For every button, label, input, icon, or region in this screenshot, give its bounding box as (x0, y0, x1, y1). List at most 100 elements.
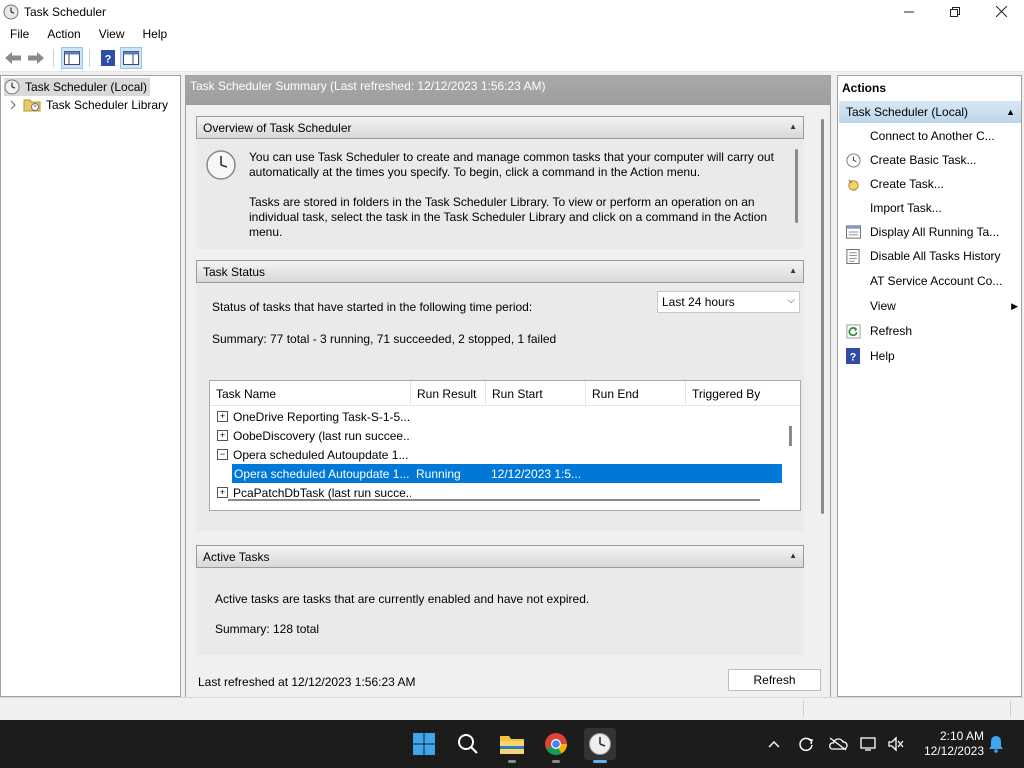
collapse-icon[interactable]: − (217, 449, 228, 460)
active-tasks-section-header[interactable]: Active Tasks ▲ (196, 545, 804, 568)
action-label: Disable All Tasks History (870, 249, 1001, 263)
forward-button[interactable] (25, 47, 47, 69)
column-header-run-end[interactable]: Run End (586, 381, 686, 406)
chevron-up-icon[interactable] (764, 734, 784, 754)
collapse-icon[interactable]: ▲ (789, 266, 797, 275)
task-scheduler-taskbar-button[interactable] (584, 728, 616, 763)
menu-help[interactable]: Help (134, 27, 177, 41)
onedrive-offline-icon[interactable] (828, 734, 848, 754)
table-row[interactable]: − Opera scheduled Autoupdate 1... (210, 445, 782, 464)
status-bar (0, 697, 1024, 720)
summary-pane: Task Scheduler Summary (Last refreshed: … (185, 75, 831, 697)
tree-item-task-scheduler-library[interactable]: Task Scheduler Library (9, 96, 168, 114)
chevron-down-icon: ⌵ (787, 295, 795, 306)
menu-action[interactable]: Action (38, 27, 89, 41)
file-explorer-button[interactable] (496, 728, 528, 763)
clock-icon (3, 4, 19, 19)
svg-text:?: ? (850, 352, 857, 364)
restore-button[interactable] (932, 0, 978, 23)
vertical-scrollbar[interactable] (821, 119, 824, 514)
network-icon[interactable] (859, 734, 879, 754)
taskbar-clock[interactable]: 2:10 AM 12/12/2023 (916, 729, 984, 759)
folder-clock-icon (23, 99, 41, 112)
status-bar-divider (803, 701, 804, 717)
active-indicator (593, 760, 607, 763)
action-connect-to-another-computer[interactable]: Connect to Another C... (845, 126, 1020, 146)
collapse-icon[interactable]: ▲ (789, 551, 797, 560)
menu-file[interactable]: File (0, 27, 38, 41)
window-list-icon (845, 224, 861, 240)
expand-icon[interactable]: + (217, 411, 228, 422)
actions-pane: Actions Task Scheduler (Local) ▲ Connect… (837, 75, 1022, 697)
action-view[interactable]: View ▶ (845, 296, 1020, 316)
help-button[interactable]: ? (97, 47, 119, 69)
table-row-selected[interactable]: Opera scheduled Autoupdate 1... Running … (232, 464, 782, 483)
clock-icon (4, 79, 20, 95)
help-icon: ? (101, 50, 115, 66)
table-vertical-scrollbar[interactable] (789, 426, 792, 446)
summary-scroll-area[interactable]: Overview of Task Scheduler ▲ You can use… (186, 105, 830, 697)
expand-icon[interactable]: + (217, 487, 228, 498)
column-header-triggered-by[interactable]: Triggered By (686, 381, 782, 406)
show-hide-console-tree-button[interactable] (61, 47, 83, 69)
task-status-section-header[interactable]: Task Status ▲ (196, 260, 804, 283)
sync-icon[interactable] (796, 734, 816, 754)
action-display-all-running-tasks[interactable]: Display All Running Ta... (845, 222, 1020, 242)
clock-icon (845, 152, 861, 168)
action-refresh[interactable]: Refresh (845, 321, 1020, 341)
actions-group-header[interactable]: Task Scheduler (Local) ▲ (839, 101, 1021, 123)
section-title: Overview of Task Scheduler (203, 120, 352, 135)
start-button[interactable] (408, 728, 440, 760)
table-row[interactable]: + OneDrive Reporting Task-S-1-5... (210, 407, 782, 426)
expand-icon[interactable]: + (217, 430, 228, 441)
minimize-icon (904, 11, 914, 12)
action-help[interactable]: ? Help (845, 346, 1020, 366)
blank-icon (845, 128, 861, 144)
action-label: Refresh (870, 324, 913, 338)
minimize-button[interactable] (886, 0, 932, 23)
notification-bell-icon[interactable] (986, 734, 1006, 754)
active-tasks-summary: Summary: 128 total (215, 622, 320, 636)
clock-time: 2:10 AM (939, 729, 984, 743)
table-horizontal-scrollbar[interactable] (228, 499, 760, 501)
volume-muted-icon[interactable] (886, 734, 906, 754)
column-header-task-name[interactable]: Task Name (210, 381, 411, 406)
submenu-arrow-icon: ▶ (1011, 300, 1018, 311)
back-button[interactable] (2, 47, 24, 69)
action-disable-all-tasks-history[interactable]: Disable All Tasks History (845, 246, 1020, 266)
action-at-service-account-config[interactable]: AT Service Account Co... (845, 271, 1020, 291)
collapse-icon[interactable]: ▲ (1006, 107, 1015, 117)
menu-bar: File Action View Help (0, 23, 1024, 45)
column-header-run-start[interactable]: Run Start (486, 381, 586, 406)
action-create-task[interactable]: Create Task... (845, 174, 1020, 194)
close-button[interactable] (978, 0, 1024, 23)
section-title: Task Status (203, 264, 266, 279)
refresh-button[interactable]: Refresh (728, 669, 821, 691)
task-status-table: Task Name Run Result Run Start Run End T… (209, 380, 801, 511)
summary-header: Task Scheduler Summary (Last refreshed: … (186, 76, 830, 105)
overview-section-header[interactable]: Overview of Task Scheduler ▲ (196, 116, 804, 139)
chrome-button[interactable] (540, 728, 572, 763)
tree-item-task-scheduler-local[interactable]: Task Scheduler (Local) (4, 78, 151, 96)
action-import-task[interactable]: Import Task... (845, 198, 1020, 218)
history-icon (845, 248, 861, 264)
refresh-icon (845, 323, 861, 339)
collapse-icon[interactable]: ▲ (789, 122, 797, 131)
svg-text:?: ? (105, 54, 112, 66)
status-bar-divider (1010, 701, 1011, 717)
time-period-dropdown[interactable]: Last 24 hours ⌵ (657, 291, 800, 313)
task-name-cell: Opera scheduled Autoupdate 1... (233, 447, 409, 462)
table-row[interactable]: + OobeDiscovery (last run succee... (210, 426, 782, 445)
action-label: Connect to Another C... (870, 129, 995, 143)
column-header-run-result[interactable]: Run Result (411, 381, 486, 406)
overview-scrollbar[interactable] (795, 149, 798, 223)
running-indicator (552, 760, 560, 763)
action-create-basic-task[interactable]: Create Basic Task... (845, 150, 1020, 170)
windows-logo-icon (413, 733, 435, 755)
show-hide-action-pane-button[interactable] (120, 47, 142, 69)
menu-view[interactable]: View (90, 27, 134, 41)
table-header: Task Name Run Result Run Start Run End T… (210, 381, 800, 406)
chevron-right-icon[interactable] (9, 100, 17, 110)
search-button[interactable] (452, 728, 484, 760)
action-label: Display All Running Ta... (870, 225, 1000, 239)
